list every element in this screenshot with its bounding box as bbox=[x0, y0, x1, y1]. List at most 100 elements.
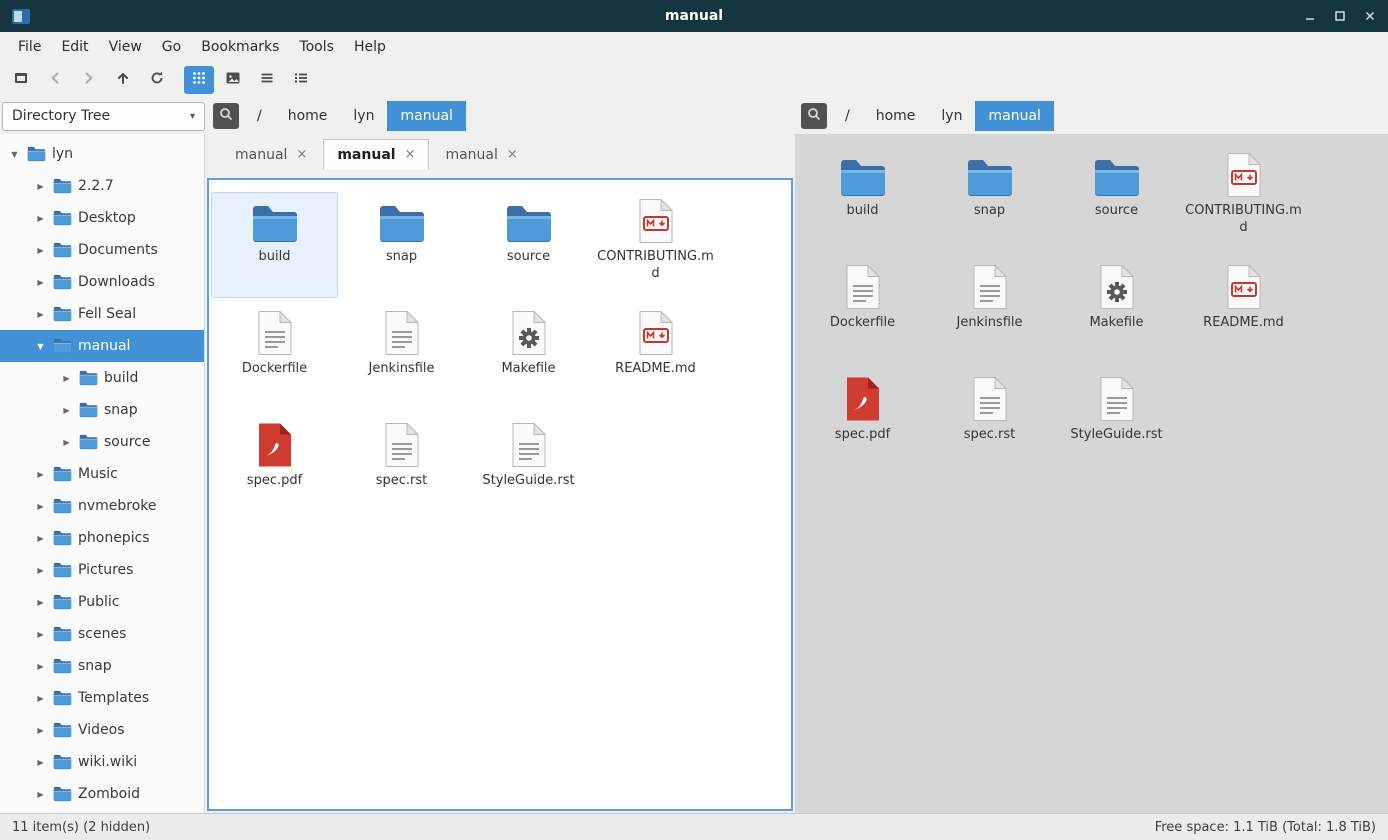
file-item-contributing.md[interactable]: CONTRIBUTING.md bbox=[592, 192, 719, 298]
expander-closed-icon[interactable]: ▶ bbox=[34, 310, 47, 319]
new-window-button[interactable] bbox=[6, 66, 36, 94]
breadcrumb-segment-home[interactable]: home bbox=[275, 101, 341, 131]
file-item-contributing.md[interactable]: CONTRIBUTING.md bbox=[1180, 146, 1307, 252]
detailed-list-view-button[interactable] bbox=[286, 66, 316, 94]
file-view-right[interactable]: buildsnapsourceCONTRIBUTING.md Dockerfile… bbox=[795, 134, 1388, 813]
tree-item-fell-seal[interactable]: ▶Fell Seal bbox=[0, 298, 204, 330]
tree-item-nvmebroke[interactable]: ▶nvmebroke bbox=[0, 490, 204, 522]
menu-go[interactable]: Go bbox=[152, 35, 191, 59]
file-item-build[interactable]: build bbox=[211, 192, 338, 298]
file-item-dockerfile[interactable]: Dockerfile bbox=[211, 304, 338, 410]
expander-closed-icon[interactable]: ▶ bbox=[34, 790, 47, 799]
tree-item-wiki.wiki[interactable]: ▶wiki.wiki bbox=[0, 746, 204, 778]
tab-close-icon[interactable]: × bbox=[405, 147, 416, 162]
menu-bookmarks[interactable]: Bookmarks bbox=[191, 35, 289, 59]
tree-item-videos[interactable]: ▶Videos bbox=[0, 714, 204, 746]
thumbnail-view-button[interactable] bbox=[218, 66, 248, 94]
tab-manual-3[interactable]: manual× bbox=[431, 139, 531, 170]
expander-closed-icon[interactable]: ▶ bbox=[34, 214, 47, 223]
breadcrumb-segment-lyn[interactable]: lyn bbox=[928, 101, 975, 131]
file-item-build[interactable]: build bbox=[799, 146, 926, 252]
menu-file[interactable]: File bbox=[8, 35, 51, 59]
file-item-makefile[interactable]: Makefile bbox=[1053, 258, 1180, 364]
tab-manual-2[interactable]: manual× bbox=[323, 139, 429, 170]
breadcrumb-segment-manual[interactable]: manual bbox=[387, 101, 465, 131]
tree-item-source[interactable]: ▶source bbox=[0, 426, 204, 458]
tree-item-documents[interactable]: ▶Documents bbox=[0, 234, 204, 266]
menu-help[interactable]: Help bbox=[344, 35, 396, 59]
breadcrumb-root[interactable]: / bbox=[244, 101, 275, 131]
expander-closed-icon[interactable]: ▶ bbox=[34, 534, 47, 543]
expander-closed-icon[interactable]: ▶ bbox=[34, 502, 47, 511]
expander-closed-icon[interactable]: ▶ bbox=[34, 470, 47, 479]
menu-view[interactable]: View bbox=[99, 35, 152, 59]
file-item-spec.rst[interactable]: spec.rst bbox=[338, 416, 465, 522]
file-item-spec.pdf[interactable]: spec.pdf bbox=[211, 416, 338, 522]
icon-view-button[interactable] bbox=[184, 66, 214, 94]
tree-item-public[interactable]: ▶Public bbox=[0, 586, 204, 618]
tree-item-scenes[interactable]: ▶scenes bbox=[0, 618, 204, 650]
tree-item-snap[interactable]: ▶snap bbox=[0, 394, 204, 426]
file-item-spec.rst[interactable]: spec.rst bbox=[926, 370, 1053, 476]
file-item-styleguide.rst[interactable]: StyleGuide.rst bbox=[465, 416, 592, 522]
tree-item-downloads[interactable]: ▶Downloads bbox=[0, 266, 204, 298]
expander-closed-icon[interactable]: ▶ bbox=[34, 662, 47, 671]
expander-closed-icon[interactable]: ▶ bbox=[34, 182, 47, 191]
breadcrumb-segment-lyn[interactable]: lyn bbox=[340, 101, 387, 131]
compact-view-button[interactable] bbox=[252, 66, 282, 94]
sidebar-mode-select[interactable]: Directory Tree ▾ bbox=[2, 102, 205, 131]
expander-closed-icon[interactable]: ▶ bbox=[34, 758, 47, 767]
tree-item-manual[interactable]: ▼manual bbox=[0, 330, 204, 362]
file-item-source[interactable]: source bbox=[1053, 146, 1180, 252]
search-button[interactable] bbox=[213, 103, 239, 129]
file-item-readme.md[interactable]: README.md bbox=[1180, 258, 1307, 364]
file-item-spec.pdf[interactable]: spec.pdf bbox=[799, 370, 926, 476]
tree-item-lyn[interactable]: ▼lyn bbox=[0, 138, 204, 170]
expander-closed-icon[interactable]: ▶ bbox=[34, 246, 47, 255]
file-item-snap[interactable]: snap bbox=[338, 192, 465, 298]
expander-closed-icon[interactable]: ▶ bbox=[34, 726, 47, 735]
forward-button[interactable] bbox=[74, 66, 104, 94]
maximize-button[interactable] bbox=[1334, 10, 1346, 22]
search-button[interactable] bbox=[801, 103, 827, 129]
expander-open-icon[interactable]: ▼ bbox=[34, 342, 47, 351]
file-item-snap[interactable]: snap bbox=[926, 146, 1053, 252]
file-view-left[interactable]: buildsnapsourceCONTRIBUTING.md Dockerfile… bbox=[207, 178, 793, 811]
expander-open-icon[interactable]: ▼ bbox=[8, 150, 21, 159]
tree-item-phonepics[interactable]: ▶phonepics bbox=[0, 522, 204, 554]
tree-item-zomboid[interactable]: ▶Zomboid bbox=[0, 778, 204, 810]
menu-edit[interactable]: Edit bbox=[51, 35, 98, 59]
tab-close-icon[interactable]: × bbox=[296, 147, 307, 162]
tab-close-icon[interactable]: × bbox=[507, 147, 518, 162]
tree-item-build[interactable]: ▶build bbox=[0, 362, 204, 394]
tree-item-2.2.7[interactable]: ▶2.2.7 bbox=[0, 170, 204, 202]
breadcrumb-segment-manual[interactable]: manual bbox=[975, 101, 1053, 131]
file-item-jenkinsfile[interactable]: Jenkinsfile bbox=[338, 304, 465, 410]
file-item-readme.md[interactable]: README.md bbox=[592, 304, 719, 410]
tree-item-desktop[interactable]: ▶Desktop bbox=[0, 202, 204, 234]
expander-closed-icon[interactable]: ▶ bbox=[60, 438, 73, 447]
back-button[interactable] bbox=[40, 66, 70, 94]
close-button[interactable] bbox=[1364, 10, 1376, 22]
tree-item-templates[interactable]: ▶Templates bbox=[0, 682, 204, 714]
expander-closed-icon[interactable]: ▶ bbox=[34, 598, 47, 607]
tree-item-snap[interactable]: ▶snap bbox=[0, 650, 204, 682]
tab-manual-1[interactable]: manual× bbox=[221, 139, 321, 170]
up-button[interactable] bbox=[108, 66, 138, 94]
file-item-jenkinsfile[interactable]: Jenkinsfile bbox=[926, 258, 1053, 364]
expander-closed-icon[interactable]: ▶ bbox=[34, 278, 47, 287]
breadcrumb-segment-home[interactable]: home bbox=[863, 101, 929, 131]
file-item-makefile[interactable]: Makefile bbox=[465, 304, 592, 410]
expander-closed-icon[interactable]: ▶ bbox=[34, 694, 47, 703]
file-item-dockerfile[interactable]: Dockerfile bbox=[799, 258, 926, 364]
expander-closed-icon[interactable]: ▶ bbox=[60, 406, 73, 415]
tree-item-pictures[interactable]: ▶Pictures bbox=[0, 554, 204, 586]
expander-closed-icon[interactable]: ▶ bbox=[60, 374, 73, 383]
minimize-button[interactable] bbox=[1304, 10, 1316, 22]
expander-closed-icon[interactable]: ▶ bbox=[34, 630, 47, 639]
file-item-source[interactable]: source bbox=[465, 192, 592, 298]
refresh-button[interactable] bbox=[142, 66, 172, 94]
breadcrumb-root[interactable]: / bbox=[832, 101, 863, 131]
file-item-styleguide.rst[interactable]: StyleGuide.rst bbox=[1053, 370, 1180, 476]
tree-item-music[interactable]: ▶Music bbox=[0, 458, 204, 490]
